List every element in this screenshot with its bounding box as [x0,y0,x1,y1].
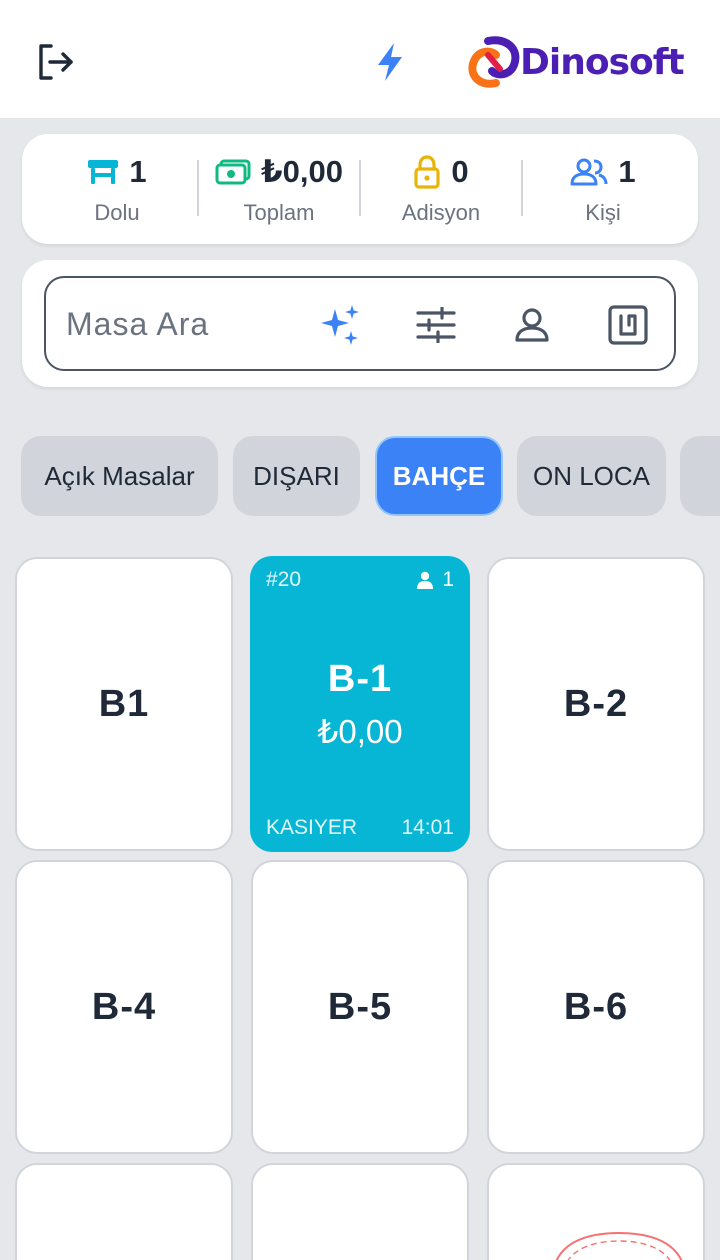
table-name: B1 [98,683,150,725]
top-bar: Dinosoft [0,0,720,118]
nfc-card-icon[interactable] [604,302,652,348]
guest-count-value: 1 [442,568,454,591]
lightning-bolt-icon[interactable] [374,42,406,82]
lock-icon [414,155,440,189]
stat-occupied-value: 1 [129,154,147,189]
table-tile-occupied[interactable]: #20 1 B-1 ₺0,00 KASIYER 14:01 [250,556,470,852]
search-box [44,276,676,371]
table-name: B-1 [327,658,393,700]
tab-open-tables[interactable]: Açık Masalar [21,436,218,516]
tab-garden[interactable]: BAHÇE [375,436,503,516]
table-tile[interactable] [15,1163,233,1260]
waiter-name: KASIYER [266,816,358,839]
table-tile[interactable]: B-6 [487,860,705,1154]
sparkles-icon[interactable] [316,302,364,348]
table-name: B-2 [563,683,629,725]
tab-more[interactable] [680,436,720,516]
stat-total-label: Toplam [243,200,315,225]
stat-occupied-label: Dolu [94,200,140,225]
bill-number: #20 [266,568,302,591]
table-icon [88,160,119,184]
stat-guests[interactable]: 1 Kişi [522,134,684,244]
table-tile[interactable]: B-2 [487,557,705,851]
table-tile[interactable] [487,1163,705,1260]
table-tile[interactable]: B1 [15,557,233,851]
banknote-icon [215,159,251,185]
stat-bills-label: Adisyon [401,200,481,225]
table-name: B-6 [563,986,629,1028]
stat-total-value: ₺0,00 [261,154,343,189]
tab-outside[interactable]: DIŞARI [233,436,360,516]
open-time: 14:01 [401,816,454,839]
search-input[interactable] [66,298,306,350]
stat-occupied[interactable]: 1 Dolu [36,134,198,244]
table-name: B-5 [327,986,393,1028]
guest-count: 1 [416,568,454,592]
tab-on-loca[interactable]: ON LOCA [517,436,666,516]
stat-bills-value: 0 [451,154,469,189]
brand-logo: Dinosoft [466,34,685,90]
dinosoft-logo-icon [468,36,520,88]
users-icon [570,158,608,186]
logout-icon[interactable] [36,42,76,82]
stat-guests-value: 1 [618,154,636,189]
reserved-stamp-icon [555,1231,683,1260]
stat-guests-label: Kişi [585,200,621,225]
table-tile[interactable]: B-4 [15,860,233,1154]
stats-card: 1 Dolu ₺0,00 Toplam 0 Adisyon 1 Kişi [22,134,698,244]
brand-name: Dinosoft [520,41,685,83]
sliders-icon[interactable] [412,302,460,348]
stat-bills[interactable]: 0 Adisyon [360,134,522,244]
table-tile[interactable]: B-5 [251,860,469,1154]
table-tile[interactable] [251,1163,469,1260]
stat-total[interactable]: ₺0,00 Toplam [198,134,360,244]
section-tabs: Açık Masalar DIŞARI BAHÇE ON LOCA [0,436,720,518]
table-name: B-4 [91,986,157,1028]
person-icon [417,571,434,589]
person-icon[interactable] [508,302,556,348]
search-card [22,260,698,387]
table-amount: ₺0,00 [317,713,403,750]
